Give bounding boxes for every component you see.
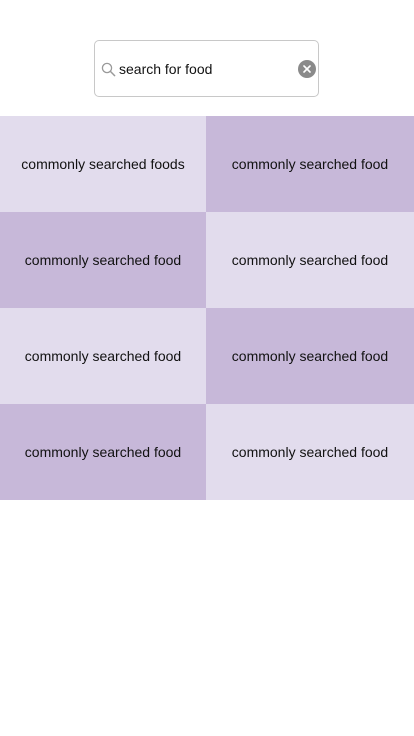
food-tile[interactable]: commonly searched food	[206, 212, 414, 308]
food-search-screen: commonly searched foods commonly searche…	[0, 0, 414, 736]
food-tile[interactable]: commonly searched food	[206, 404, 414, 500]
food-tile[interactable]: commonly searched food	[0, 212, 206, 308]
food-tile[interactable]: commonly searched food	[0, 308, 206, 404]
search-icon	[101, 62, 116, 77]
search-input[interactable]	[119, 59, 289, 79]
food-tile[interactable]: commonly searched food	[206, 116, 414, 212]
food-tile[interactable]: commonly searched foods	[0, 116, 206, 212]
common-foods-grid: commonly searched foods commonly searche…	[0, 116, 414, 500]
clear-search-button[interactable]	[298, 60, 316, 78]
food-tile[interactable]: commonly searched food	[0, 404, 206, 500]
search-bar[interactable]	[94, 40, 319, 97]
clear-icon	[303, 65, 311, 73]
food-tile[interactable]: commonly searched food	[206, 308, 414, 404]
